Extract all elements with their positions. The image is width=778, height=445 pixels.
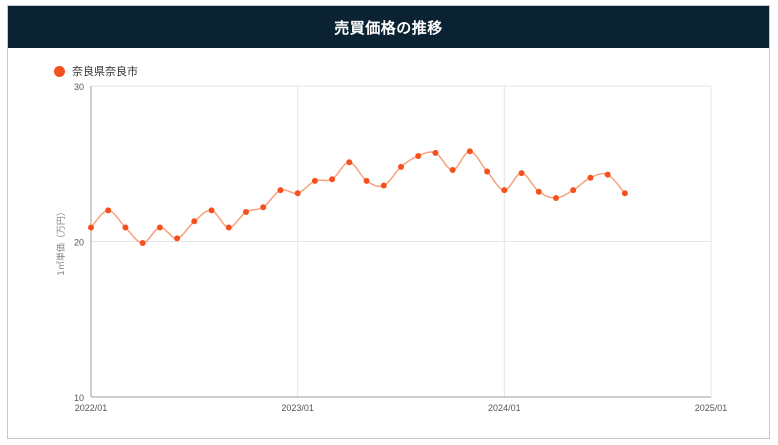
y-axis-label: 1㎡単価（万円）: [55, 207, 67, 276]
y-tick-label: 20: [74, 238, 84, 248]
data-point: [449, 166, 456, 173]
y-tick-label: 10: [74, 393, 84, 403]
data-point: [208, 207, 215, 214]
data-point: [518, 170, 525, 177]
data-point: [415, 152, 422, 159]
data-point: [570, 187, 577, 194]
data-point: [174, 235, 181, 242]
data-point: [88, 224, 94, 231]
data-point: [501, 187, 508, 194]
data-point: [277, 187, 284, 194]
data-point: [621, 190, 628, 197]
data-point: [604, 171, 611, 178]
data-point: [225, 224, 232, 231]
data-point: [346, 159, 353, 166]
x-tick-label: 2024/01: [488, 403, 521, 413]
data-point: [466, 148, 473, 155]
series-line: [90, 150, 626, 244]
data-point: [122, 224, 129, 231]
x-tick-label: 2023/01: [281, 403, 314, 413]
data-point: [139, 240, 146, 247]
data-point: [191, 218, 198, 225]
y-tick-label: 30: [74, 82, 84, 92]
x-tick-label: 2025/01: [695, 403, 728, 413]
line-chart: 10 20 30 2022/01 2023/01 2024/01 2025/01 1㎡単価（万…: [55, 82, 728, 413]
data-point: [311, 177, 318, 184]
data-point: [156, 224, 163, 231]
data-point: [432, 149, 439, 156]
data-point: [535, 188, 542, 195]
data-point: [294, 190, 301, 197]
data-point: [380, 182, 387, 189]
data-point: [363, 177, 370, 184]
data-point: [260, 204, 267, 211]
data-point: [553, 194, 559, 201]
data-point: [587, 174, 594, 181]
data-point: [105, 207, 112, 214]
data-point: [243, 208, 249, 215]
data-point: [484, 168, 491, 175]
x-tick-label: 2022/01: [75, 403, 108, 413]
data-point: [398, 163, 404, 170]
data-point: [329, 176, 336, 183]
